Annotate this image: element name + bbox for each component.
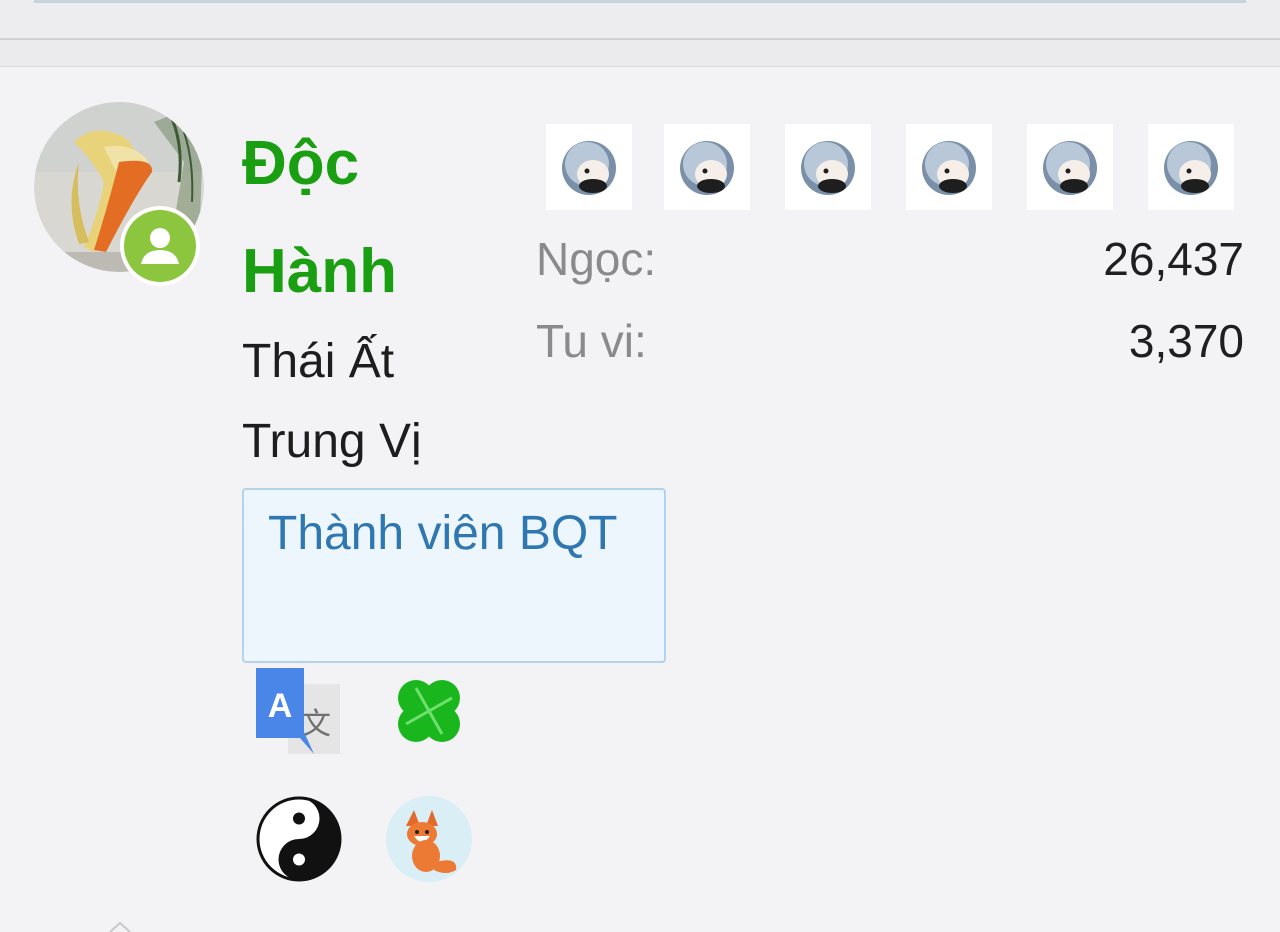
user-badges: 文 A <box>256 668 486 888</box>
caret-up-icon <box>109 922 131 932</box>
user-rank-title: Thái Ất Trung Vị <box>242 335 422 468</box>
hooded-cat-medal-icon <box>680 141 734 195</box>
clover-badge[interactable] <box>386 668 472 754</box>
top-bar <box>0 0 1280 40</box>
hooded-cat-medal-icon <box>801 141 855 195</box>
yin-yang-badge[interactable] <box>256 796 342 882</box>
user-avatar-container[interactable] <box>34 102 204 286</box>
hooded-cat-medal-icon <box>922 141 976 195</box>
username-link[interactable]: Độc Hành <box>242 110 502 326</box>
stat-tu-vi: Tu vi: 3,370 <box>536 311 1244 371</box>
stat-label: Tu vi: <box>536 315 647 367</box>
stat-label: Ngọc: <box>536 233 657 285</box>
user-group-banner: Thành viên BQT <box>242 488 666 663</box>
medal-2[interactable] <box>664 124 750 210</box>
medal-4[interactable] <box>906 124 992 210</box>
medal-5[interactable] <box>1027 124 1113 210</box>
google-translate-icon: 文 A <box>256 668 340 754</box>
yin-yang-icon <box>256 796 342 882</box>
stat-value[interactable]: 26,437 <box>1103 229 1244 289</box>
fox-icon <box>386 796 472 882</box>
four-leaf-clover-icon <box>398 680 460 742</box>
top-bar-divider <box>34 0 1246 3</box>
online-status-badge <box>120 206 200 286</box>
medal-3[interactable] <box>785 124 871 210</box>
stat-value[interactable]: 3,370 <box>1129 311 1244 371</box>
hooded-cat-medal-icon <box>562 141 616 195</box>
user-group-label: Thành viên BQT <box>268 507 618 560</box>
medal-6[interactable] <box>1148 124 1234 210</box>
translate-letter: A <box>268 687 293 725</box>
fox-badge[interactable] <box>386 796 472 882</box>
user-icon <box>124 210 196 282</box>
medal-1[interactable] <box>546 124 632 210</box>
hooded-cat-medal-icon <box>1043 141 1097 195</box>
medal-row <box>546 124 1246 210</box>
hooded-cat-medal-icon <box>1164 141 1218 195</box>
section-separator <box>0 40 1280 67</box>
google-translate-badge[interactable]: 文 A <box>256 668 342 754</box>
stat-ngoc: Ngọc: 26,437 <box>536 229 1244 289</box>
